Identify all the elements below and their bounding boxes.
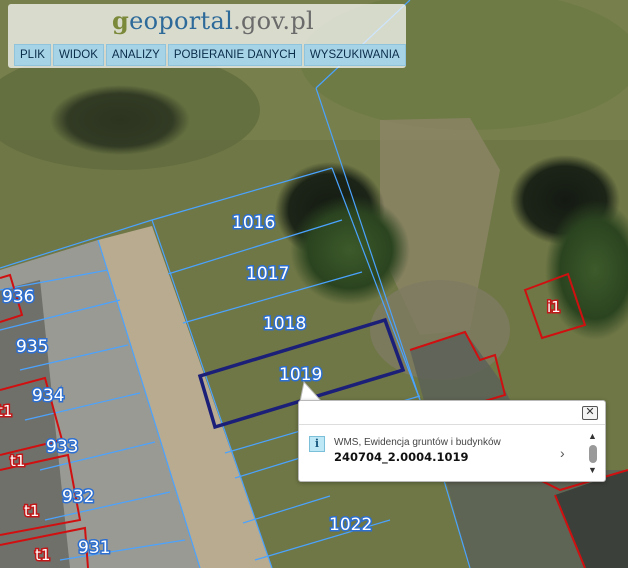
- menu-item-wyszukiwania[interactable]: WYSZUKIWANIA: [303, 44, 406, 66]
- parcel-label: 934: [32, 386, 64, 406]
- parcel-label: 1018: [263, 314, 306, 334]
- geoportal-logo[interactable]: geoportal.gov.pl: [112, 6, 314, 35]
- scroll-down-icon[interactable]: ▼: [588, 465, 597, 475]
- parcel-label: 1022: [329, 515, 372, 535]
- building-label: t1: [10, 452, 25, 470]
- menu-item-analizy[interactable]: ANALIZY: [105, 44, 166, 66]
- feature-info-popup: ✕ i WMS, Ewidencja gruntów i budynków 24…: [298, 400, 606, 482]
- popup-pointer: [299, 380, 323, 402]
- scrollbar-thumb[interactable]: [589, 445, 597, 463]
- building-label: i1: [547, 298, 561, 316]
- popup-divider: [299, 424, 605, 425]
- map-view[interactable]: 1016 1017 1018 1019 1022 936 935 934 933…: [0, 0, 628, 568]
- menu-item-plik[interactable]: PLIK: [14, 44, 51, 66]
- parcel-label: 936: [2, 287, 34, 307]
- building-label: t1: [0, 402, 12, 420]
- close-icon[interactable]: ✕: [582, 406, 598, 420]
- popup-source: WMS, Ewidencja gruntów i budynków: [334, 437, 501, 448]
- info-icon: i: [309, 436, 325, 452]
- parcel-label: 932: [62, 487, 94, 507]
- parcel-label: 935: [16, 337, 48, 357]
- building-label: t1: [24, 502, 39, 520]
- chevron-right-icon[interactable]: ›: [560, 445, 565, 461]
- parcel-label: 931: [78, 538, 110, 558]
- building-label: t1: [35, 546, 50, 564]
- main-menu: PLIK WIDOK ANALIZY POBIERANIE DANYCH WYS…: [14, 44, 406, 66]
- scroll-up-icon[interactable]: ▲: [588, 431, 597, 441]
- parcel-label: 1017: [246, 264, 289, 284]
- parcel-label: 933: [46, 437, 78, 457]
- popup-parcel-id[interactable]: 240704_2.0004.1019: [334, 450, 469, 464]
- popup-scrollbar[interactable]: ▲ ▼: [587, 431, 599, 477]
- parcel-label: 1016: [232, 213, 275, 233]
- map-canvas[interactable]: 1016 1017 1018 1019 1022 936 935 934 933…: [0, 0, 628, 568]
- menu-item-widok[interactable]: WIDOK: [52, 44, 104, 66]
- menu-item-pobieranie-danych[interactable]: POBIERANIE DANYCH: [167, 44, 302, 66]
- app-header: geoportal.gov.pl PLIK WIDOK ANALIZY POBI…: [8, 4, 406, 68]
